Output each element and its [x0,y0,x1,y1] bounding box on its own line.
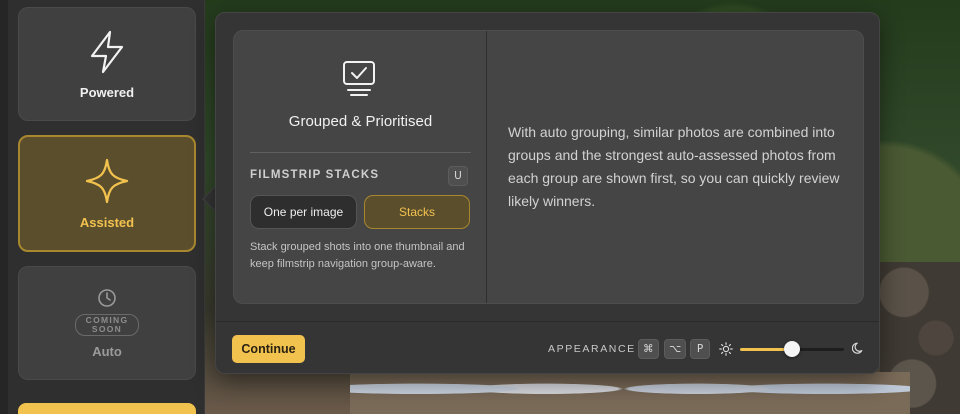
sparkle-icon [85,158,129,204]
mode-card-powered[interactable]: Powered [18,7,196,121]
lightning-icon [90,30,124,73]
column-edge [0,0,8,414]
monitor-check-icon [343,61,375,96]
shortcut-key-option: ⌥ [664,339,687,359]
option-stacks[interactable]: Stacks [364,195,470,229]
footer-divider [216,321,879,322]
mode-label-powered: Powered [79,84,135,100]
slider-thumb[interactable] [784,341,800,357]
feature-description-pane: With auto grouping, similar photos are c… [488,31,864,303]
clock-icon [98,288,116,307]
shortcut-key-u: U [448,166,468,186]
appearance-slider[interactable] [740,341,844,357]
feature-title: Grouped & Prioritised [288,113,433,130]
mode-card-assisted[interactable]: Assisted [18,135,196,252]
feature-panel: Grouped & Prioritised FILMSTRIP STACKS U… [233,30,864,304]
next-card-edge [18,403,196,414]
section-divider [250,152,471,153]
option-help-text: Stack grouped shots into one thumbnail a… [250,241,465,270]
continue-button[interactable]: Continue [232,335,305,363]
section-label: FILMSTRIP STACKS [250,169,380,181]
mode-selector-column: Powered Assisted COMING SOON Auto [0,0,205,414]
feature-settings-pane: Grouped & Prioritised FILMSTRIP STACKS U… [234,31,487,303]
background-people [350,372,910,414]
mode-label-assisted: Assisted [79,215,135,230]
feature-popover: Grouped & Prioritised FILMSTRIP STACKS U… [215,12,880,374]
mode-card-auto: COMING SOON Auto [18,266,196,380]
shortcut-key-command: ⌘ [638,339,659,359]
feature-description: With auto grouping, similar photos are c… [508,124,840,209]
option-one-per-image[interactable]: One per image [250,195,357,229]
appearance-label: APPEARANCE [548,343,636,355]
shortcut-key-p: P [690,339,710,359]
sun-icon [719,342,733,356]
mode-label-auto: Auto [92,343,122,359]
coming-soon-badge: COMING SOON [75,313,139,336]
moon-icon [852,342,863,354]
